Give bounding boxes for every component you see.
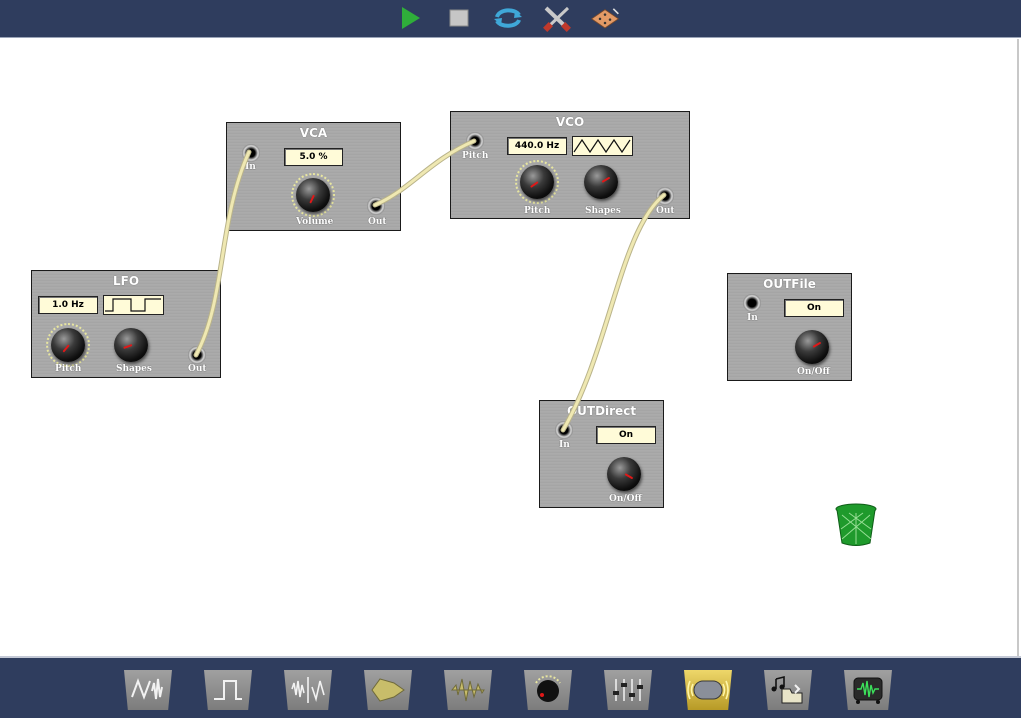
vca-in-label: In bbox=[245, 162, 256, 172]
mixer-icon bbox=[613, 679, 643, 701]
map-icon bbox=[590, 8, 620, 29]
vca-in-jack[interactable] bbox=[242, 144, 260, 162]
outdirect-module[interactable]: OUTDirect In On On/Off bbox=[539, 400, 664, 508]
vco-out-label: Out bbox=[656, 206, 675, 216]
vco-pitch-indicator bbox=[530, 181, 539, 188]
outfile-onoff-label: On/Off bbox=[797, 367, 830, 377]
knob-icon bbox=[535, 675, 561, 702]
module-palette bbox=[0, 656, 1021, 718]
vca-volume-label: Volume bbox=[296, 217, 334, 227]
outfile-onoff-indicator bbox=[812, 341, 822, 348]
lfo-pitch-label: Pitch bbox=[55, 364, 82, 374]
lfo-pitch-indicator bbox=[62, 344, 70, 353]
vca-volume-indicator bbox=[309, 194, 315, 204]
lfo-out-jack[interactable] bbox=[188, 346, 206, 364]
top-toolbar bbox=[0, 0, 1021, 38]
outdirect-onoff-indicator bbox=[624, 473, 634, 480]
outdirect-state-field[interactable]: On bbox=[596, 426, 656, 444]
lfo-shapes-label: Shapes bbox=[116, 364, 152, 374]
lfo-out-label: Out bbox=[188, 364, 207, 374]
palette-envelope-button[interactable] bbox=[364, 670, 412, 710]
vco-waveform-display bbox=[572, 136, 633, 156]
vco-frequency-field[interactable]: 440.0 Hz bbox=[507, 137, 567, 155]
palette-noise-button[interactable] bbox=[284, 670, 332, 710]
vco-pitch-in-label: Pitch bbox=[462, 151, 489, 161]
palette-mixer-button[interactable] bbox=[604, 670, 652, 710]
lfo-module[interactable]: LFO 1.0 Hz Pitch Shapes Out bbox=[31, 270, 221, 378]
lfo-waveform-display bbox=[103, 295, 164, 315]
play-button[interactable] bbox=[395, 3, 425, 33]
vco-pitch-label: Pitch bbox=[524, 206, 551, 216]
lfo-title: LFO bbox=[112, 274, 140, 288]
noise-wave-icon bbox=[291, 677, 325, 703]
square-wave-icon bbox=[214, 680, 242, 700]
lfo-shapes-knob[interactable] bbox=[114, 328, 148, 362]
vco-shapes-knob[interactable] bbox=[584, 165, 618, 199]
speaker-icon bbox=[687, 680, 729, 700]
music-file-icon bbox=[771, 675, 803, 704]
settings-button[interactable] bbox=[542, 3, 572, 33]
vco-shapes-label: Shapes bbox=[585, 206, 621, 216]
lfo-vco-icon bbox=[131, 678, 163, 700]
refresh-icon bbox=[494, 8, 522, 28]
palette-square-button[interactable] bbox=[204, 670, 252, 710]
sample-icon bbox=[450, 678, 485, 702]
outdirect-in-label: In bbox=[559, 440, 570, 450]
stop-button[interactable] bbox=[444, 3, 474, 33]
refresh-button[interactable] bbox=[493, 3, 523, 33]
vco-out-jack[interactable] bbox=[656, 187, 674, 205]
lfo-frequency-field[interactable]: 1.0 Hz bbox=[38, 296, 98, 314]
palette-music-file-button[interactable] bbox=[764, 670, 812, 710]
lfo-pitch-knob[interactable] bbox=[51, 328, 85, 362]
palette-oscilloscope-button[interactable] bbox=[844, 670, 892, 710]
palette-knob-button[interactable] bbox=[524, 670, 572, 710]
palette-speaker-button[interactable] bbox=[684, 670, 732, 710]
vco-module[interactable]: VCO Pitch 440.0 Hz Pitch Shapes Out bbox=[450, 111, 690, 219]
vca-volume-field[interactable]: 5.0 % bbox=[284, 148, 343, 166]
outdirect-onoff-label: On/Off bbox=[609, 494, 642, 504]
trash-can[interactable] bbox=[833, 501, 879, 547]
outdirect-in-jack[interactable] bbox=[555, 421, 573, 439]
vco-title: VCO bbox=[555, 115, 585, 129]
outfile-module[interactable]: OUTFile In On On/Off bbox=[727, 273, 852, 381]
modular-synth-app: VCA In 5.0 % Volume Out VCO Pitch 440.0 … bbox=[0, 0, 1021, 718]
square-wave-icon bbox=[105, 298, 161, 312]
vca-out-label: Out bbox=[368, 217, 387, 227]
map-button[interactable] bbox=[590, 3, 620, 33]
outdirect-title: OUTDirect bbox=[566, 404, 637, 418]
vca-module[interactable]: VCA In 5.0 % Volume Out bbox=[226, 122, 401, 231]
vca-volume-knob[interactable] bbox=[296, 178, 330, 212]
stop-icon bbox=[449, 9, 469, 27]
vca-title: VCA bbox=[299, 126, 328, 140]
outfile-title: OUTFile bbox=[763, 277, 816, 291]
triangle-wave-icon bbox=[573, 138, 631, 154]
outfile-state-field[interactable]: On bbox=[784, 299, 844, 317]
play-icon bbox=[402, 7, 420, 29]
palette-lfo-vco-button[interactable] bbox=[124, 670, 172, 710]
outdirect-onoff-knob[interactable] bbox=[607, 457, 641, 491]
lfo-shapes-indicator bbox=[123, 344, 133, 350]
vca-out-jack[interactable] bbox=[367, 197, 385, 215]
vco-pitch-jack[interactable] bbox=[466, 132, 484, 150]
envelope-icon bbox=[371, 678, 405, 702]
outfile-in-jack[interactable] bbox=[743, 294, 761, 312]
outfile-onoff-knob[interactable] bbox=[795, 330, 829, 364]
oscilloscope-icon bbox=[853, 677, 883, 704]
tools-icon bbox=[543, 6, 571, 32]
trash-icon bbox=[835, 503, 877, 546]
palette-sample-button[interactable] bbox=[444, 670, 492, 710]
outfile-in-label: In bbox=[747, 313, 758, 323]
vco-shapes-indicator bbox=[601, 176, 611, 183]
vco-pitch-knob[interactable] bbox=[520, 165, 554, 199]
